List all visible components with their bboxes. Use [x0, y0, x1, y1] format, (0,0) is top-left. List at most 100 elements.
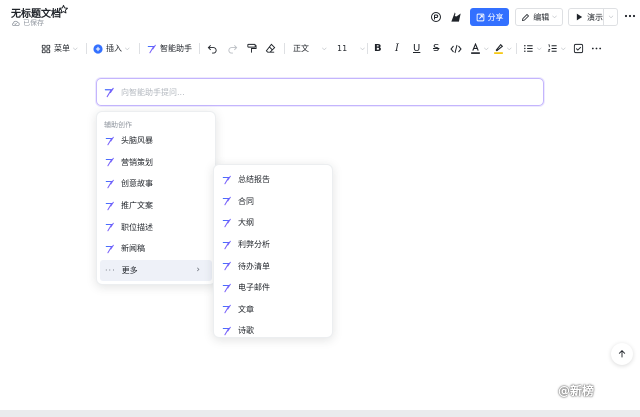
- numbered-list-button[interactable]: ⌵: [547, 36, 566, 61]
- italic-button[interactable]: I: [395, 36, 399, 61]
- present-label: 演示: [587, 12, 603, 22]
- watermark: @新榜: [558, 384, 595, 398]
- menu-item[interactable]: 推广文案: [97, 195, 215, 217]
- inline-code-button[interactable]: [450, 36, 462, 61]
- ellipsis-icon: ···: [105, 265, 116, 275]
- menu-item[interactable]: 利弊分析: [214, 234, 332, 256]
- avatar[interactable]: [448, 9, 464, 25]
- ai-sparkle-icon: [222, 175, 232, 185]
- star-icon[interactable]: [58, 4, 69, 15]
- bold-button[interactable]: B: [374, 36, 382, 61]
- formatting-toolbar: 菜单 ⌵ 插入 ⌵ 智能助手 正文 ⌵ 11 ⌵ B I U S ⌵ ⌵ ⌵ ⌵: [0, 36, 640, 61]
- menu-item[interactable]: 电子邮件: [214, 277, 332, 299]
- menu-item[interactable]: 营销策划: [97, 152, 215, 174]
- clear-format-button[interactable]: [265, 36, 276, 61]
- menu-button[interactable]: 菜单 ⌵: [41, 36, 78, 61]
- code-icon: [450, 44, 462, 54]
- menu-item-more[interactable]: ··· 更多 ›: [100, 259, 212, 282]
- ai-sparkle-icon: [222, 326, 232, 336]
- chevron-down-icon: ⌵: [507, 44, 512, 52]
- ai-sparkle-icon: [105, 244, 115, 254]
- history-icon[interactable]: [428, 9, 444, 25]
- menu-item[interactable]: 待办清单: [214, 255, 332, 277]
- chevron-down-icon: ⌵: [322, 44, 327, 52]
- ai-prompt-input[interactable]: [121, 87, 521, 97]
- menu-item[interactable]: 合同: [214, 191, 332, 213]
- menu-label: 菜单: [54, 44, 70, 53]
- strikethrough-icon: S: [433, 43, 440, 54]
- menu-item-label: 头脑风暴: [121, 136, 153, 146]
- ai-sparkle-icon: [105, 201, 115, 211]
- chevron-down-icon: ⌵: [73, 44, 78, 52]
- text-color-button[interactable]: ⌵: [470, 36, 489, 61]
- underline-button[interactable]: U: [413, 36, 420, 61]
- grid-icon: [41, 44, 51, 54]
- undo-icon: [207, 43, 218, 54]
- ai-assistant-button[interactable]: 智能助手: [147, 36, 192, 61]
- plus-circle-icon: [93, 43, 103, 54]
- back-to-top-button[interactable]: [611, 343, 633, 365]
- highlight-button[interactable]: ⌵: [493, 36, 512, 61]
- divider: [86, 43, 87, 54]
- ai-prompt-box: [96, 78, 544, 106]
- chevron-down-icon: ⌵: [484, 44, 489, 52]
- underline-icon: U: [413, 43, 421, 54]
- ai-sparkle-icon: [105, 136, 115, 146]
- insert-label: 插入: [106, 44, 122, 53]
- ai-sparkle-icon: [222, 240, 232, 250]
- numbered-list-icon: [547, 43, 558, 54]
- menu-item[interactable]: 职位描述: [97, 216, 215, 238]
- format-painter-button[interactable]: [246, 36, 257, 61]
- menu-item-label: 合同: [238, 196, 254, 206]
- ai-sparkle-icon: [222, 283, 232, 293]
- menu-item-label: 更多: [121, 265, 138, 275]
- undo-button[interactable]: [207, 36, 218, 61]
- divider: [284, 43, 285, 54]
- ai-writing-submenu: 总结报告 合同 大纲 利弊分析 待办清单 电子邮件 文章 诗歌: [213, 164, 333, 338]
- redo-button[interactable]: [227, 36, 238, 61]
- chevron-down-icon: ⌵: [561, 44, 566, 52]
- bullet-list-button[interactable]: ⌵: [523, 36, 542, 61]
- bullet-list-icon: [523, 43, 534, 54]
- edit-mode-button[interactable]: 编辑 ⌵: [515, 8, 563, 26]
- menu-item[interactable]: 创意故事: [97, 173, 215, 195]
- menu-item-label: 待办清单: [238, 261, 270, 271]
- menu-item[interactable]: 头脑风暴: [97, 130, 215, 152]
- chevron-down-icon: ⌵: [537, 44, 542, 52]
- menu-item[interactable]: 总结报告: [214, 169, 332, 191]
- ai-sparkle-icon: [105, 179, 115, 189]
- arrow-up-icon: [617, 349, 627, 359]
- bottom-scrollbar[interactable]: [0, 410, 640, 417]
- menu-item[interactable]: 文章: [214, 299, 332, 321]
- divider: [199, 43, 200, 54]
- menu-item-label: 利弊分析: [238, 240, 270, 250]
- font-size-value: 11: [337, 44, 348, 53]
- ai-assistant-label: 智能助手: [160, 44, 192, 53]
- task-list-button[interactable]: [573, 36, 584, 61]
- chevron-down-icon: ⌵: [125, 44, 130, 52]
- paragraph-style-value: 正文: [293, 44, 309, 53]
- ai-sparkle-icon: [222, 218, 232, 228]
- menu-item[interactable]: 新闻稿: [97, 238, 215, 260]
- ai-sparkle-icon: [222, 261, 232, 271]
- menu-item[interactable]: 大纲: [214, 212, 332, 234]
- highlighter-icon: [493, 43, 504, 55]
- italic-icon: I: [395, 43, 399, 54]
- eraser-icon: [265, 43, 276, 54]
- toolbar-more-button[interactable]: [591, 36, 602, 61]
- pencil-icon: [521, 13, 530, 22]
- share-button[interactable]: 分享: [470, 8, 509, 26]
- present-dropdown[interactable]: ⌵: [603, 8, 618, 26]
- chevron-right-icon: ›: [196, 264, 200, 275]
- menu-item-label: 大纲: [238, 218, 254, 228]
- strikethrough-button[interactable]: S: [433, 36, 439, 61]
- font-size-select[interactable]: 11 ⌵: [337, 36, 365, 61]
- menu-item-label: 文章: [238, 304, 254, 314]
- paragraph-style-select[interactable]: 正文 ⌵: [293, 36, 327, 61]
- edit-label: 编辑: [533, 12, 550, 22]
- menu-item[interactable]: 诗歌: [214, 320, 332, 342]
- insert-button[interactable]: 插入 ⌵: [93, 36, 130, 61]
- more-icon[interactable]: [624, 9, 636, 23]
- ai-sparkle-icon: [222, 304, 232, 314]
- paint-brush-icon: [246, 43, 257, 54]
